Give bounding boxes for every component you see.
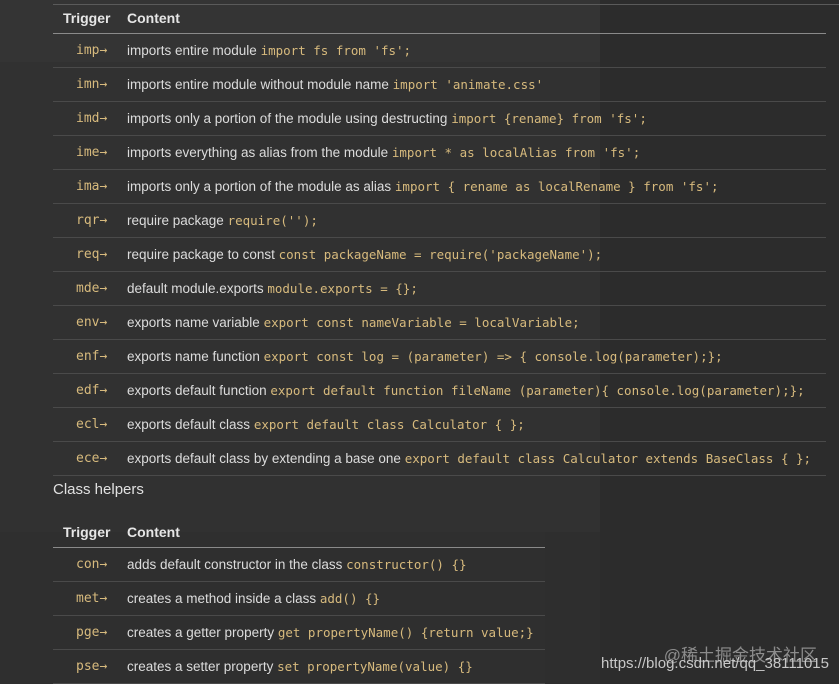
trigger-cell: imn→ (76, 77, 108, 92)
description-text: require package to const (127, 247, 279, 262)
table-row: imn→ imports entire module without module… (53, 68, 826, 102)
code-snippet: export const log = (parameter) => { cons… (263, 349, 723, 364)
trigger-cell: ime→ (76, 145, 108, 160)
description-text: exports name variable (127, 315, 264, 330)
header-trigger: Trigger (63, 524, 111, 540)
watermark-url: https://blog.csdn.net/qq_38111015 (601, 655, 829, 672)
section-heading-class-helpers: Class helpers (53, 481, 144, 498)
description-text: creates a method inside a class (127, 591, 320, 606)
trigger-cell: env→ (76, 315, 108, 330)
trigger-cell: edf→ (76, 383, 108, 398)
code-snippet: export default class Calculator { }; (253, 417, 525, 432)
content-cell: imports everything as alias from the mod… (127, 145, 640, 160)
description-text: imports only a portion of the module as … (127, 179, 395, 194)
table-row: enf→ exports name function export const l… (53, 340, 826, 374)
table-header-row: Trigger Content (53, 517, 545, 548)
content-cell: exports default class export default cla… (127, 417, 525, 432)
table-row: mde→ default module.exports module.export… (53, 272, 826, 306)
table-row: edf→ exports default function export defa… (53, 374, 826, 408)
trigger-cell: ece→ (76, 451, 108, 466)
content-cell: imports entire module without module nam… (127, 77, 543, 92)
description-text: imports entire module without module nam… (127, 77, 393, 92)
trigger-cell: pge→ (76, 625, 108, 640)
description-text: imports only a portion of the module usi… (127, 111, 452, 126)
content-cell: imports only a portion of the module as … (127, 179, 719, 194)
snippets-table-class-helpers: Trigger Content con→ adds default constru… (53, 517, 545, 684)
description-text: adds default constructor in the class (127, 557, 347, 572)
code-snippet: export default class Calculator extends … (404, 451, 812, 466)
table-row: met→ creates a method inside a class add(… (53, 582, 545, 616)
table-body: imp→ imports entire module import fs from… (53, 34, 826, 476)
table-row: req→ require package to const const packa… (53, 238, 826, 272)
description-text: imports everything as alias from the mod… (127, 145, 392, 160)
trigger-cell: con→ (76, 557, 108, 572)
table-row: pge→ creates a getter property get proper… (53, 616, 545, 650)
code-snippet: export const nameVariable = localVariabl… (263, 315, 580, 330)
table-row: env→ exports name variable export const n… (53, 306, 826, 340)
table-body: con→ adds default constructor in the clas… (53, 548, 545, 684)
table-row: pse→ creates a setter property set proper… (53, 650, 545, 684)
trigger-cell: enf→ (76, 349, 108, 364)
table-row: imd→ imports only a portion of the module… (53, 102, 826, 136)
description-text: imports entire module (127, 43, 261, 58)
content-cell: exports name variable export const nameV… (127, 315, 580, 330)
code-snippet: set propertyName(value) {} (277, 659, 473, 674)
code-snippet: export default function fileName (parame… (270, 383, 805, 398)
code-snippet: import { rename as localRename } from 'f… (394, 179, 719, 194)
code-snippet: import * as localAlias from 'fs'; (391, 145, 641, 160)
trigger-cell: rqr→ (76, 213, 108, 228)
trigger-cell: ima→ (76, 179, 108, 194)
content-cell: creates a method inside a class add() {} (127, 591, 380, 606)
table-row: rqr→ require package require(''); (53, 204, 826, 238)
content-cell: creates a setter property set propertyNa… (127, 659, 473, 674)
trigger-cell: ecl→ (76, 417, 108, 432)
description-text: exports name function (127, 349, 264, 364)
code-snippet: get propertyName() {return value;} (277, 625, 534, 640)
table-header-row: Trigger Content (53, 3, 826, 34)
header-trigger: Trigger (63, 10, 111, 26)
trigger-cell: met→ (76, 591, 108, 606)
trigger-cell: req→ (76, 247, 108, 262)
description-text: require package (127, 213, 228, 228)
trigger-cell: mde→ (76, 281, 108, 296)
code-snippet: add() {} (319, 591, 381, 606)
content-cell: exports default function export default … (127, 383, 805, 398)
header-content: Content (127, 524, 180, 540)
table-row: imp→ imports entire module import fs from… (53, 34, 826, 68)
description-text: exports default class (127, 417, 254, 432)
trigger-cell: pse→ (76, 659, 108, 674)
table-row: ime→ imports everything as alias from the… (53, 136, 826, 170)
content-cell: imports only a portion of the module usi… (127, 111, 647, 126)
description-text: creates a getter property (127, 625, 278, 640)
table-row: con→ adds default constructor in the clas… (53, 548, 545, 582)
content-cell: creates a getter property get propertyNa… (127, 625, 534, 640)
code-snippet: import 'animate.css' (392, 77, 544, 92)
content-cell: exports name function export const log =… (127, 349, 723, 364)
content-cell: adds default constructor in the class co… (127, 557, 467, 572)
content-cell: default module.exports module.exports = … (127, 281, 418, 296)
description-text: creates a setter property (127, 659, 278, 674)
code-snippet: const packageName = require('packageName… (278, 247, 603, 262)
code-snippet: import fs from 'fs'; (260, 43, 412, 58)
code-snippet: constructor() {} (346, 557, 467, 572)
code-snippet: module.exports = {}; (267, 281, 418, 296)
table-row: ecl→ exports default class export default… (53, 408, 826, 442)
trigger-cell: imd→ (76, 111, 108, 126)
description-text: default module.exports (127, 281, 268, 296)
header-content: Content (127, 10, 180, 26)
table-row: ima→ imports only a portion of the module… (53, 170, 826, 204)
content-cell: require package require(''); (127, 213, 318, 228)
code-snippet: import {rename} from 'fs'; (451, 111, 647, 126)
content-cell: exports default class by extending a bas… (127, 451, 811, 466)
code-snippet: require(''); (227, 213, 318, 228)
content-cell: imports entire module import fs from 'fs… (127, 43, 411, 58)
snippets-table-modules: Trigger Content imp→ imports entire modul… (53, 3, 826, 476)
table-row: ece→ exports default class by extending a… (53, 442, 826, 476)
description-text: exports default function (127, 383, 271, 398)
content-cell: require package to const const packageNa… (127, 247, 602, 262)
description-text: exports default class by extending a bas… (127, 451, 405, 466)
trigger-cell: imp→ (76, 43, 108, 58)
